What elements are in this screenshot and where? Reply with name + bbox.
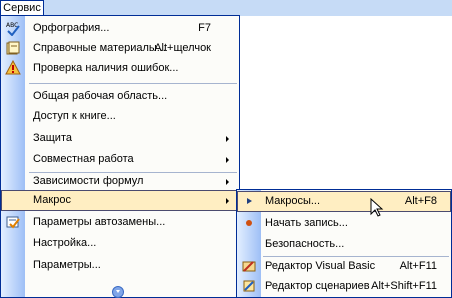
menu-item-shortcut: F7 (198, 22, 211, 34)
menu-item-label: Зависимости формул (33, 175, 144, 187)
menu-item-share-workbook[interactable]: Доступ к книге... (1, 106, 239, 127)
submenu-item-label: Начать запись... (265, 217, 348, 229)
submenu-arrow-icon (226, 198, 229, 204)
play-icon (247, 198, 252, 204)
spelling-icon: ABC (6, 22, 20, 36)
submenu-item-shortcut: Alt+Shift+F11 (371, 280, 437, 292)
menu-item-label: Проверка наличия ошибок... (33, 62, 179, 74)
record-icon (246, 220, 252, 226)
menu-item-error-check[interactable]: Проверка наличия ошибок... (1, 58, 239, 79)
menu-item-macro[interactable]: Макрос (1, 190, 239, 211)
submenu-item-vb-editor[interactable]: Редактор Visual Basic Alt+F11 (237, 256, 451, 277)
service-menu: ABC Орфография... F7 Справочные материал… (0, 15, 240, 298)
menu-item-protection[interactable]: Защита (1, 128, 239, 149)
research-icon (6, 41, 20, 55)
menu-separator (29, 83, 237, 84)
menu-item-customize[interactable]: Настройка... (1, 233, 239, 254)
menu-service[interactable]: Сервис (0, 0, 44, 16)
script-editor-icon (243, 280, 255, 292)
menu-item-label: Макрос (33, 194, 71, 206)
submenu-item-macros[interactable]: Макросы... Alt+F8 (237, 191, 451, 212)
submenu-item-security[interactable]: Безопасность... (237, 234, 451, 255)
menu-item-shortcut: Alt+щелчок (154, 42, 211, 54)
submenu-arrow-icon (226, 136, 229, 142)
vb-editor-icon (242, 261, 256, 272)
menu-item-label: Параметры... (33, 259, 101, 271)
submenu-item-label: Безопасность... (265, 238, 345, 250)
menu-item-options[interactable]: Параметры... (1, 255, 239, 276)
menu-item-label: Настройка... (33, 237, 97, 249)
submenu-item-record[interactable]: Начать запись... (237, 213, 451, 234)
menu-item-label: Справочные материалы... (33, 42, 166, 54)
menu-item-label: Защита (33, 132, 72, 144)
menu-item-label: Доступ к книге... (33, 110, 116, 122)
menu-item-autocorrect[interactable]: Параметры автозамены... (1, 212, 239, 233)
submenu-arrow-icon (226, 179, 229, 185)
menu-item-research[interactable]: Справочные материалы... Alt+щелчок (1, 38, 239, 59)
submenu-arrow-icon (226, 157, 229, 163)
menu-item-spelling[interactable]: ABC Орфография... F7 (1, 18, 239, 39)
menu-item-label: Орфография... (33, 22, 110, 34)
error-check-icon (5, 60, 21, 75)
autocorrect-icon (6, 216, 20, 229)
menu-bar (0, 0, 452, 16)
submenu-item-label: Редактор Visual Basic (265, 260, 376, 272)
menu-item-label: Параметры автозамены... (33, 216, 166, 228)
mouse-pointer-icon (370, 198, 384, 217)
submenu-item-script-editor[interactable]: Редактор сценариев Alt+Shift+F11 (237, 276, 451, 297)
menu-item-shared-workspace[interactable]: Общая рабочая область... (1, 86, 239, 107)
submenu-item-label: Редактор сценариев (265, 280, 370, 292)
menu-item-collaboration[interactable]: Совместная работа (1, 149, 239, 170)
submenu-item-label: Макросы... (265, 195, 321, 207)
menu-item-formula-auditing[interactable]: Зависимости формул (1, 171, 239, 192)
expand-menu-chevron-icon[interactable] (112, 286, 124, 298)
submenu-item-shortcut: Alt+F11 (399, 260, 437, 272)
menu-item-label: Общая рабочая область... (33, 90, 168, 102)
menu-item-label: Совместная работа (33, 153, 134, 165)
submenu-item-shortcut: Alt+F8 (404, 195, 437, 207)
macro-submenu: Макросы... Alt+F8 Начать запись... Безоп… (236, 189, 452, 298)
